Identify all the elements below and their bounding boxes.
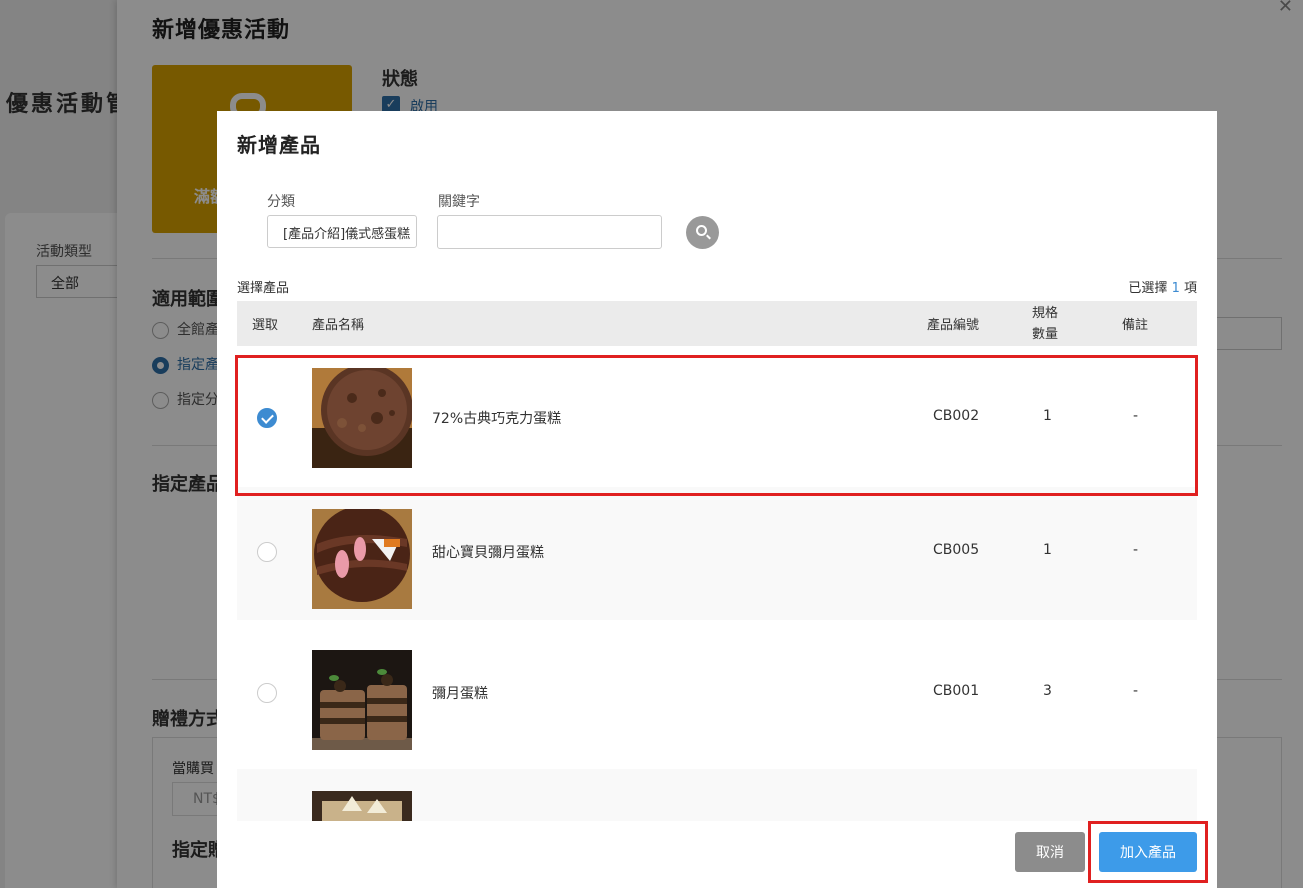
product-qty: 3 — [1043, 683, 1052, 699]
selected-count-number: 1 — [1171, 281, 1180, 296]
product-name: 彌月蛋糕 — [432, 686, 488, 702]
product-thumbnail — [312, 650, 412, 750]
product-note: - — [1133, 542, 1139, 558]
unchecked-icon[interactable] — [257, 542, 277, 562]
product-code: CB005 — [933, 542, 980, 558]
product-list: 72%古典巧克力蛋糕 CB002 1 - 甜心寶貝彌月蛋糕 CB005 1 - … — [237, 354, 1197, 822]
col-code: 產品編號 — [927, 318, 980, 333]
keyword-label: 關鍵字 — [438, 194, 480, 210]
search-icon — [696, 225, 707, 236]
product-code: CB001 — [933, 683, 980, 699]
category-select-value: [產品介紹]儀式感蛋糕 — [283, 227, 411, 242]
col-select: 選取 — [252, 318, 279, 333]
product-note: - — [1133, 408, 1139, 424]
product-table-header: 選取 產品名稱 產品編號 規格 數量 備註 — [237, 301, 1197, 346]
checked-icon[interactable] — [257, 408, 277, 428]
product-qty: 1 — [1043, 408, 1052, 424]
table-row[interactable]: 72%古典巧克力蛋糕 CB002 1 - — [237, 354, 1197, 487]
unchecked-icon[interactable] — [257, 683, 277, 703]
product-name: 甜心寶貝彌月蛋糕 — [432, 545, 544, 561]
product-thumbnail — [312, 509, 412, 609]
col-note: 備註 — [1122, 318, 1149, 333]
select-products-label: 選擇產品 — [237, 281, 290, 296]
add-product-button[interactable]: 加入產品 — [1099, 832, 1197, 872]
col-name: 產品名稱 — [312, 318, 365, 333]
product-note: - — [1133, 683, 1139, 699]
product-thumbnail — [312, 368, 412, 468]
product-qty: 1 — [1043, 542, 1052, 558]
table-row[interactable]: 甜心寶貝彌月蛋糕 CB005 1 - — [237, 487, 1197, 620]
modal-footer: 取消 加入產品 — [217, 821, 1217, 888]
keyword-input[interactable] — [437, 215, 662, 249]
table-row[interactable]: 彌月蛋糕 CB001 3 - — [237, 628, 1197, 761]
table-row[interactable] — [237, 769, 1197, 822]
col-spec-qty: 規格 數量 — [1032, 305, 1059, 342]
search-button[interactable] — [686, 216, 719, 249]
selected-count: 已選擇 1 項 — [1128, 281, 1197, 296]
category-label: 分類 — [267, 194, 295, 210]
cancel-button[interactable]: 取消 — [1015, 832, 1085, 872]
product-code: CB002 — [933, 408, 980, 424]
product-name: 72%古典巧克力蛋糕 — [432, 411, 562, 427]
modal-title: 新增產品 — [237, 133, 321, 157]
category-select[interactable]: [產品介紹]儀式感蛋糕 — [267, 215, 417, 248]
product-thumbnail — [312, 791, 412, 822]
add-product-modal: 新增產品 分類 [產品介紹]儀式感蛋糕 關鍵字 選擇產品 已選擇 1 項 選取 … — [217, 111, 1217, 888]
